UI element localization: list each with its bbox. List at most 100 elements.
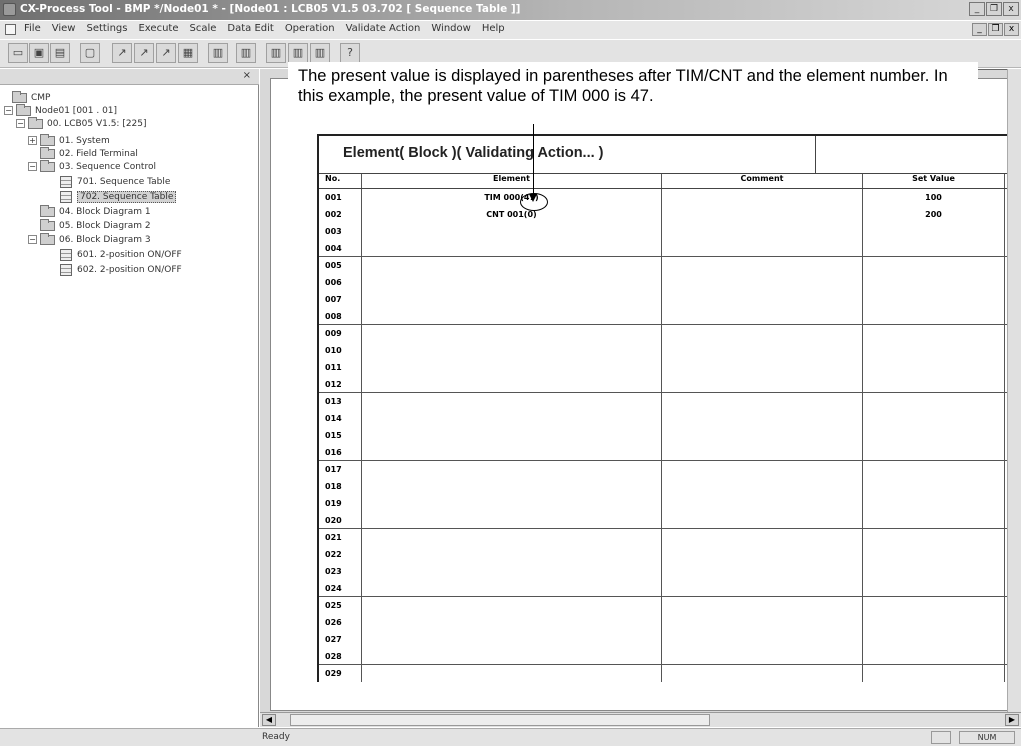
row-comment[interactable] (662, 495, 863, 512)
menu-data-edit[interactable]: Data Edit (227, 23, 273, 34)
row-element[interactable] (362, 563, 662, 580)
row-set-value[interactable] (863, 597, 1005, 614)
row-comment[interactable] (662, 443, 863, 461)
row-comment[interactable] (662, 647, 863, 665)
row-comment[interactable] (662, 274, 863, 291)
row-element[interactable] (362, 647, 662, 665)
row-set-value[interactable]: 200 (863, 206, 1005, 223)
row-number[interactable]: 022 (319, 546, 362, 563)
table-row[interactable]: 022 (319, 546, 1012, 563)
table-row[interactable]: 014 (319, 410, 1012, 427)
row-comment[interactable] (662, 342, 863, 359)
row-element[interactable]: TIM 000(47) (362, 189, 662, 206)
row-number[interactable]: 005 (319, 257, 362, 274)
menu-operation[interactable]: Operation (285, 23, 335, 34)
horizontal-scrollbar[interactable]: ◀ ▶ (260, 712, 1021, 727)
tree-item-field-terminal[interactable]: 02. Field Terminal (40, 146, 138, 160)
tree-item-sequence-control[interactable]: − 03. Sequence Control (28, 159, 156, 173)
table-row[interactable]: 015 (319, 427, 1012, 444)
table-row[interactable]: 007 (319, 291, 1012, 308)
table-row[interactable]: 019 (319, 495, 1012, 512)
row-element[interactable] (362, 665, 662, 682)
arrow-icon[interactable]: ↗ (134, 43, 154, 63)
row-element[interactable] (362, 529, 662, 546)
arrow-icon[interactable]: ↗ (156, 43, 176, 63)
row-number[interactable]: 008 (319, 307, 362, 325)
row-number[interactable]: 026 (319, 614, 362, 631)
new-icon[interactable]: ▭ (8, 43, 28, 63)
row-number[interactable]: 006 (319, 274, 362, 291)
menu-settings[interactable]: Settings (86, 23, 127, 34)
row-comment[interactable] (662, 427, 863, 444)
scroll-right-icon[interactable]: ▶ (1005, 714, 1019, 726)
row-comment[interactable] (662, 325, 863, 342)
tree-item-lcb05[interactable]: − 00. LCB05 V1.5: [225] (16, 116, 147, 130)
row-number[interactable]: 023 (319, 563, 362, 580)
row-element[interactable] (362, 495, 662, 512)
row-comment[interactable] (662, 461, 863, 478)
row-element[interactable] (362, 359, 662, 376)
tree-item-sequence-table-702[interactable]: 702. Sequence Table (60, 190, 177, 203)
table-row[interactable]: 001 TIM 000(47) 100 (319, 189, 1012, 206)
grid-icon[interactable]: ▥ (288, 43, 308, 63)
row-number[interactable]: 002 (319, 206, 362, 223)
row-number[interactable]: 027 (319, 631, 362, 648)
table-row[interactable]: 021 (319, 529, 1012, 546)
row-number[interactable]: 012 (319, 375, 362, 393)
table-row[interactable]: 028 (319, 647, 1012, 665)
maximize-button[interactable]: ❐ (986, 2, 1002, 16)
table-row[interactable]: 026 (319, 614, 1012, 631)
row-element[interactable] (362, 427, 662, 444)
table-row[interactable]: 016 (319, 443, 1012, 461)
row-comment[interactable] (662, 546, 863, 563)
doc-restore-button[interactable]: ❐ (988, 23, 1003, 36)
expand-icon[interactable]: + (28, 136, 37, 145)
row-set-value[interactable] (863, 342, 1005, 359)
row-set-value[interactable] (863, 614, 1005, 631)
row-element[interactable]: CNT 001(0) (362, 206, 662, 223)
row-set-value[interactable] (863, 359, 1005, 376)
row-number[interactable]: 024 (319, 579, 362, 597)
grid-icon[interactable]: ▥ (236, 43, 256, 63)
row-set-value[interactable] (863, 274, 1005, 291)
row-comment[interactable] (662, 359, 863, 376)
row-comment[interactable] (662, 529, 863, 546)
menu-file[interactable]: File (24, 23, 41, 34)
table-row[interactable]: 027 (319, 631, 1012, 648)
row-element[interactable] (362, 291, 662, 308)
row-set-value[interactable]: 100 (863, 189, 1005, 206)
row-number[interactable]: 028 (319, 647, 362, 665)
row-number[interactable]: 014 (319, 410, 362, 427)
tree-item-block-diagram-2[interactable]: 05. Block Diagram 2 (40, 218, 151, 232)
menu-help[interactable]: Help (482, 23, 505, 34)
table-row[interactable]: 012 (319, 375, 1012, 393)
row-element[interactable] (362, 223, 662, 240)
row-set-value[interactable] (863, 239, 1005, 257)
row-set-value[interactable] (863, 375, 1005, 393)
collapse-icon[interactable]: − (16, 119, 25, 128)
table-row[interactable]: 010 (319, 342, 1012, 359)
table-row[interactable]: 003 (319, 223, 1012, 240)
grid-icon[interactable]: ▥ (266, 43, 286, 63)
row-number[interactable]: 018 (319, 478, 362, 495)
row-comment[interactable] (662, 631, 863, 648)
row-element[interactable] (362, 274, 662, 291)
row-element[interactable] (362, 307, 662, 325)
row-comment[interactable] (662, 614, 863, 631)
table-row[interactable]: 023 (319, 563, 1012, 580)
table-row[interactable]: 018 (319, 478, 1012, 495)
row-number[interactable]: 015 (319, 427, 362, 444)
row-element[interactable] (362, 478, 662, 495)
menu-validate-action[interactable]: Validate Action (346, 23, 421, 34)
row-comment[interactable] (662, 291, 863, 308)
row-set-value[interactable] (863, 257, 1005, 274)
row-set-value[interactable] (863, 223, 1005, 240)
table-row[interactable]: 008 (319, 307, 1012, 325)
row-comment[interactable] (662, 375, 863, 393)
row-set-value[interactable] (863, 461, 1005, 478)
minimize-button[interactable]: _ (969, 2, 985, 16)
row-comment[interactable] (662, 189, 863, 206)
row-set-value[interactable] (863, 291, 1005, 308)
row-number[interactable]: 010 (319, 342, 362, 359)
row-number[interactable]: 013 (319, 393, 362, 410)
